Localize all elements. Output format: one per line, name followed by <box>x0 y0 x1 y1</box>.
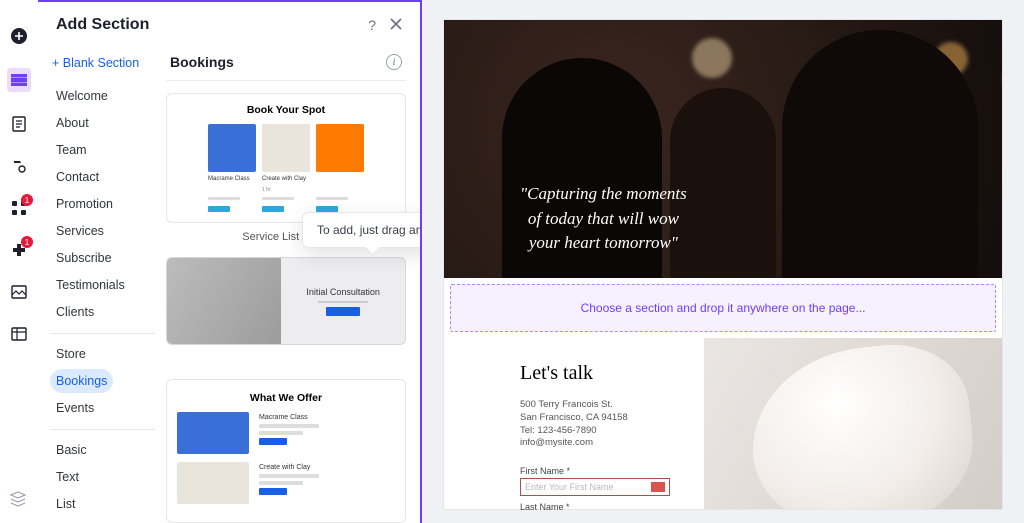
layers-icon[interactable] <box>9 490 27 513</box>
error-icon <box>651 482 665 492</box>
theme-icon[interactable] <box>9 156 29 176</box>
book-button <box>326 307 360 316</box>
first-name-label: First Name * <box>520 466 690 476</box>
template-photo <box>167 258 281 344</box>
category-events[interactable]: Events <box>50 396 100 420</box>
add-icon[interactable] <box>9 26 29 46</box>
last-name-label: Last Name * <box>520 502 690 512</box>
page-canvas[interactable]: "Capturing the moments of today that wil… <box>444 20 1002 509</box>
contact-photo <box>704 338 1002 509</box>
contact-heading: Let's talk <box>520 362 690 385</box>
template-initial-consultation[interactable]: Initial Consultation <box>166 257 406 345</box>
category-store[interactable]: Store <box>50 342 92 366</box>
divider <box>166 80 406 81</box>
divider <box>50 333 155 334</box>
panel-title: Add Section <box>56 16 149 34</box>
hero-section: "Capturing the moments of today that wil… <box>444 20 1002 278</box>
category-services[interactable]: Services <box>50 219 110 243</box>
divider <box>50 429 155 430</box>
stage: "Capturing the moments of today that wil… <box>422 0 1024 523</box>
category-team[interactable]: Team <box>50 138 93 162</box>
pages-icon[interactable] <box>9 114 29 134</box>
template-title: What We Offer <box>177 392 395 404</box>
templates-heading: Bookings <box>170 54 234 70</box>
hero-quote: "Capturing the moments of today that wil… <box>520 182 687 256</box>
template-title: Initial Consultation <box>306 287 380 297</box>
drag-drop-tooltip: To add, just drag and drop. <box>302 212 420 248</box>
category-contact[interactable]: Contact <box>50 165 105 189</box>
data-icon[interactable] <box>9 324 29 344</box>
category-basic[interactable]: Basic <box>50 438 93 462</box>
sections-icon[interactable] <box>7 68 31 92</box>
category-subscribe[interactable]: Subscribe <box>50 246 118 270</box>
extensions-icon[interactable]: 1 <box>9 240 29 260</box>
category-clients[interactable]: Clients <box>50 300 100 324</box>
category-sidebar: + Blank Section Welcome About Team Contact P… <box>38 46 158 523</box>
template-what-we-offer[interactable]: What We Offer Macrame ClassCreate with C… <box>166 379 406 523</box>
panel-help-icon[interactable]: ? <box>368 17 376 33</box>
extensions-badge: 1 <box>21 236 33 248</box>
left-rail: 1 1 <box>0 0 38 523</box>
category-text[interactable]: Text <box>50 465 85 489</box>
contact-section: Let's talk 500 Terry Francois St. San Fr… <box>444 338 1002 509</box>
apps-icon[interactable]: 1 <box>9 198 29 218</box>
contact-address: 500 Terry Francois St. San Francisco, CA… <box>520 399 690 450</box>
panel-close-icon[interactable] <box>390 17 402 33</box>
template-title: Book Your Spot <box>175 104 397 116</box>
category-about[interactable]: About <box>50 111 95 135</box>
info-icon[interactable]: i <box>386 54 402 70</box>
category-promotion[interactable]: Promotion <box>50 192 119 216</box>
blank-section-link[interactable]: + Blank Section <box>50 52 158 84</box>
category-bookings[interactable]: Bookings <box>50 369 113 393</box>
apps-badge: 1 <box>21 194 33 206</box>
templates-column: Bookings i Book Your Spot Macrame ClassC… <box>158 46 420 523</box>
dropzone[interactable]: Choose a section and drop it anywhere on… <box>450 284 996 332</box>
category-testimonials[interactable]: Testimonials <box>50 273 131 297</box>
media-icon[interactable] <box>9 282 29 302</box>
category-welcome[interactable]: Welcome <box>50 84 114 108</box>
add-section-panel: Add Section ? + Blank Section Welcome Abo… <box>38 0 422 523</box>
first-name-input[interactable]: Enter Your First Name <box>520 478 670 496</box>
template-service-list-grid[interactable]: Book Your Spot Macrame ClassCreate with … <box>166 93 406 223</box>
category-list[interactable]: List <box>50 492 81 516</box>
category-form[interactable]: Form <box>50 519 91 523</box>
